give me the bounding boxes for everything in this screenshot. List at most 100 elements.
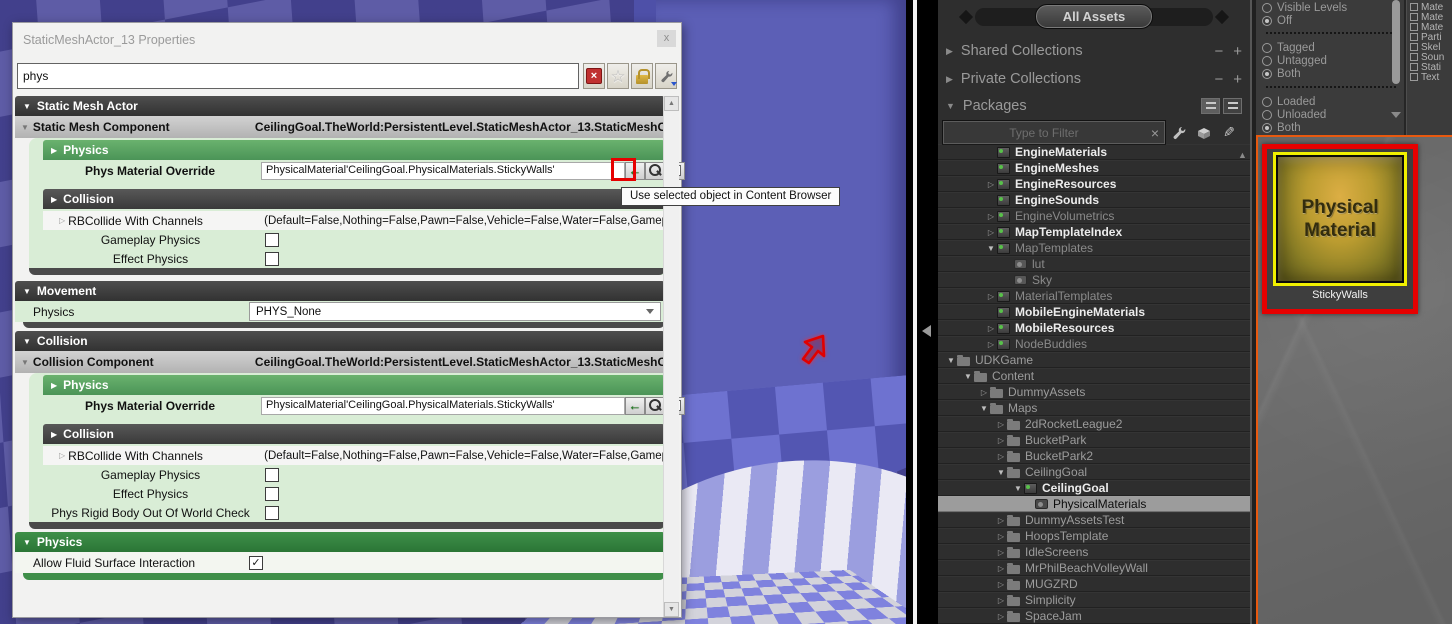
tree-item[interactable]: ▷IdleScreens: [938, 544, 1250, 560]
row-rbcollide-channels-2[interactable]: ▷ RBCollide With Channels (Default=False…: [43, 446, 665, 465]
scroll-up-icon[interactable]: ▲: [664, 96, 679, 111]
asset-view[interactable]: Physical Material StickyWalls: [1256, 135, 1452, 624]
pencil-icon[interactable]: ✎: [1220, 124, 1238, 142]
find-in-browser-button[interactable]: [645, 397, 665, 415]
packages-header[interactable]: ▼ Packages: [938, 93, 1250, 119]
type-filter-row[interactable]: Stati: [1410, 62, 1452, 72]
row-rbcollide-channels[interactable]: ▷ RBCollide With Channels (Default=False…: [43, 211, 665, 230]
asset-tile-selected[interactable]: Physical Material StickyWalls: [1262, 144, 1418, 314]
gameplay-physics-checkbox[interactable]: [265, 468, 279, 482]
add-collection-icon[interactable]: +: [1233, 44, 1242, 59]
add-collection-icon[interactable]: +: [1233, 72, 1242, 87]
tree-item[interactable]: ▷MapTemplateIndex: [938, 224, 1250, 240]
radio-loaded[interactable]: Loaded: [1262, 96, 1315, 108]
radio-untagged[interactable]: Untagged: [1262, 55, 1327, 67]
effect-physics-checkbox[interactable]: [265, 252, 279, 266]
phys-material-value[interactable]: PhysicalMaterial'CeilingGoal.PhysicalMat…: [261, 162, 625, 180]
tree-item[interactable]: EngineSounds: [938, 192, 1250, 208]
subsection-collision[interactable]: ▶ Collision: [43, 424, 665, 444]
lock-button[interactable]: [631, 63, 653, 89]
radio-visible-levels[interactable]: Visible Levels: [1262, 2, 1347, 14]
all-assets-button[interactable]: All Assets: [1035, 4, 1153, 29]
tree-item[interactable]: ▼UDKGame: [938, 352, 1250, 368]
row-static-mesh-component[interactable]: ▼ Static Mesh Component CeilingGoal.TheW…: [15, 116, 665, 138]
filter-scrollbar[interactable]: [1392, 0, 1400, 84]
tree-item[interactable]: ▼Content: [938, 368, 1250, 384]
allow-fluid-checkbox[interactable]: ✓: [249, 556, 263, 570]
scroll-down-icon[interactable]: [1391, 112, 1401, 118]
tree-item[interactable]: ▷BucketPark2: [938, 448, 1250, 464]
private-collections-header[interactable]: ▶ Private Collections −+: [938, 66, 1250, 92]
shared-collections-header[interactable]: ▶ Shared Collections −+: [938, 38, 1250, 64]
type-filter-row[interactable]: Mate: [1410, 2, 1452, 12]
tree-item[interactable]: ▷DummyAssetsTest: [938, 512, 1250, 528]
tree-item[interactable]: ▼Maps: [938, 400, 1250, 416]
tree-item[interactable]: MobileEngineMaterials: [938, 304, 1250, 320]
tree-item[interactable]: EngineMaterials: [938, 144, 1250, 160]
tree-item[interactable]: Sky: [938, 272, 1250, 288]
radio-unloaded[interactable]: Unloaded: [1262, 109, 1326, 121]
tree-view-icon[interactable]: [1201, 98, 1220, 114]
row-collision-component[interactable]: ▼ Collision Component CeilingGoal.TheWor…: [15, 351, 665, 373]
tree-item[interactable]: ▼CeilingGoal: [938, 464, 1250, 480]
subsection-physics[interactable]: ▶ Physics: [43, 140, 665, 160]
radio-both-tagged[interactable]: Both: [1262, 68, 1301, 80]
tree-item[interactable]: ▷MUGZRD: [938, 576, 1250, 592]
remove-collection-icon[interactable]: −: [1214, 44, 1223, 59]
section-physics[interactable]: ▼ Physics: [15, 532, 665, 552]
clear-filter-icon[interactable]: ×: [1145, 125, 1165, 141]
tree-item[interactable]: ▷SpaceJam: [938, 608, 1250, 624]
tree-item[interactable]: ▷BucketPark: [938, 432, 1250, 448]
search-input[interactable]: [17, 63, 579, 89]
tree-item[interactable]: EngineMeshes: [938, 160, 1250, 176]
type-filter-row[interactable]: Mate: [1410, 22, 1452, 32]
section-collision[interactable]: ▼ Collision: [15, 331, 665, 351]
tree-item[interactable]: ▼MapTemplates: [938, 240, 1250, 256]
phys-material-value[interactable]: PhysicalMaterial'CeilingGoal.PhysicalMat…: [261, 397, 625, 415]
radio-tagged[interactable]: Tagged: [1262, 42, 1315, 54]
tree-item[interactable]: ▷Simplicity: [938, 592, 1250, 608]
package-box-icon[interactable]: [1195, 124, 1213, 142]
radio-off[interactable]: Off: [1262, 15, 1292, 27]
tree-item[interactable]: lut: [938, 256, 1250, 272]
section-movement[interactable]: ▼ Movement: [15, 281, 665, 301]
tree-item[interactable]: ▷HoopsTemplate: [938, 528, 1250, 544]
tree-item-selected[interactable]: PhysicalMaterials: [938, 496, 1250, 512]
tree-item[interactable]: ▷2dRocketLeague2: [938, 416, 1250, 432]
list-view-icon[interactable]: [1223, 98, 1242, 114]
remove-collection-icon[interactable]: −: [1214, 72, 1223, 87]
dialog-scrollbar[interactable]: ▲ ▼: [663, 96, 679, 617]
tree-item[interactable]: ▷MrPhilBeachVolleyWall: [938, 560, 1250, 576]
close-icon[interactable]: x: [657, 30, 676, 47]
physics-dropdown[interactable]: PHYS_None: [249, 302, 661, 321]
section-static-mesh-actor[interactable]: ▼ Static Mesh Actor: [15, 96, 665, 116]
type-filter-row[interactable]: Skel: [1410, 42, 1452, 52]
tree-item[interactable]: ▷DummyAssets: [938, 384, 1250, 400]
effect-physics-checkbox[interactable]: [265, 487, 279, 501]
clear-search-button[interactable]: ×: [583, 63, 605, 89]
phys-rigid-body-checkbox[interactable]: [265, 506, 279, 520]
wrench-icon[interactable]: [1170, 124, 1188, 142]
tree-item[interactable]: ▷MaterialTemplates: [938, 288, 1250, 304]
scroll-down-icon[interactable]: ▼: [664, 602, 679, 617]
type-filter-row[interactable]: Parti: [1410, 32, 1452, 42]
subsection-physics[interactable]: ▶ Physics: [43, 375, 665, 395]
type-filter-row[interactable]: Mate: [1410, 12, 1452, 22]
type-filter-row[interactable]: Soun: [1410, 52, 1452, 62]
favorites-button[interactable]: ☆: [607, 63, 629, 89]
use-selected-object-button[interactable]: ←: [625, 397, 645, 415]
subsection-collision[interactable]: ▶ Collision: [43, 189, 665, 209]
type-filter-row[interactable]: Text: [1410, 72, 1452, 82]
radio-both-loaded[interactable]: Both: [1262, 122, 1301, 134]
find-in-browser-button[interactable]: [645, 162, 665, 180]
gameplay-physics-checkbox[interactable]: [265, 233, 279, 247]
collapse-panel-icon[interactable]: [922, 325, 931, 337]
filter-input[interactable]: [943, 126, 1145, 140]
tree-item[interactable]: ▷EngineResources: [938, 176, 1250, 192]
tree-item[interactable]: ▷MobileResources: [938, 320, 1250, 336]
tree-item[interactable]: ▷EngineVolumetrics: [938, 208, 1250, 224]
tree-scroll-up-icon[interactable]: ▲: [1238, 150, 1247, 160]
panel-divider[interactable]: [906, 0, 938, 624]
options-button[interactable]: [655, 63, 677, 89]
tree-item[interactable]: ▼CeilingGoal: [938, 480, 1250, 496]
